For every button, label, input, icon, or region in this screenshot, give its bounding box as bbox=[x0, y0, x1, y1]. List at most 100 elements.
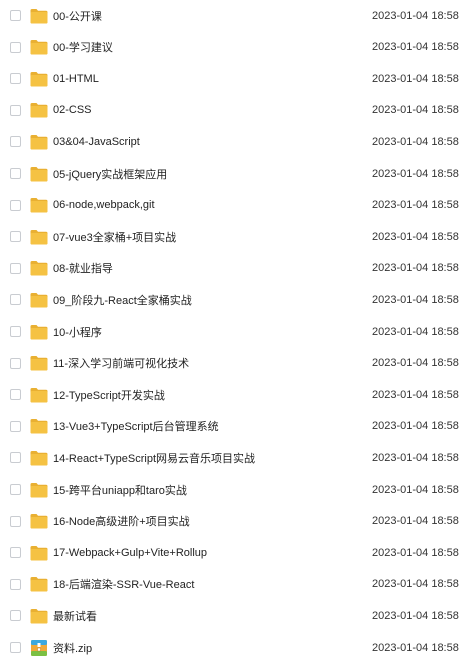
modified-date: 2023-01-04 18:58 bbox=[372, 546, 459, 559]
file-row[interactable]: 14-React+TypeScript网易云音乐项目实战 2023-01-04 1… bbox=[0, 442, 474, 473]
file-name[interactable]: 01-HTML bbox=[53, 73, 99, 85]
folder-icon bbox=[30, 40, 48, 55]
file-row[interactable]: 13-Vue3+TypeScript后台管理系统 2023-01-04 18:58 bbox=[0, 411, 474, 442]
file-row[interactable]: 08-就业指导 2023-01-04 18:58 bbox=[0, 253, 474, 284]
row-checkbox[interactable] bbox=[10, 168, 21, 179]
file-name[interactable]: 13-Vue3+TypeScript后台管理系统 bbox=[53, 418, 219, 434]
file-name[interactable]: 00-学习建议 bbox=[53, 39, 113, 55]
folder-icon bbox=[30, 514, 48, 529]
file-row[interactable]: 资料.zip 2023-01-04 18:58 bbox=[0, 632, 474, 663]
row-checkbox[interactable] bbox=[10, 199, 21, 211]
folder-icon bbox=[30, 608, 48, 624]
modified-date: 2023-01-04 18:58 bbox=[372, 104, 459, 117]
modified-date: 2023-01-04 18:58 bbox=[372, 578, 459, 591]
file-name[interactable]: 资料.zip bbox=[53, 640, 92, 656]
folder-icon bbox=[30, 71, 48, 87]
file-name[interactable]: 17-Webpack+Gulp+Vite+Rollup bbox=[53, 547, 207, 559]
file-name[interactable]: 05-jQuery实战框架应用 bbox=[53, 166, 167, 182]
file-name[interactable]: 07-vue3全家桶+项目实战 bbox=[53, 229, 176, 245]
row-checkbox[interactable] bbox=[10, 10, 21, 21]
file-name[interactable]: 08-就业指导 bbox=[53, 260, 113, 276]
modified-date: 2023-01-04 18:58 bbox=[372, 609, 459, 622]
modified-date: 2023-01-04 18:58 bbox=[372, 135, 459, 148]
row-checkbox[interactable] bbox=[10, 610, 21, 622]
folder-icon bbox=[30, 482, 48, 497]
folder-icon bbox=[30, 292, 48, 308]
row-checkbox[interactable] bbox=[10, 73, 21, 85]
folder-icon bbox=[30, 229, 48, 245]
file-row[interactable]: 03&04-JavaScript 2023-01-04 18:58 bbox=[0, 126, 474, 157]
folder-icon bbox=[30, 198, 48, 213]
row-checkbox[interactable] bbox=[10, 136, 21, 148]
file-name[interactable]: 00-公开课 bbox=[53, 8, 102, 24]
file-name[interactable]: 15-跨平台uniapp和taro实战 bbox=[53, 482, 187, 498]
folder-icon bbox=[30, 324, 48, 339]
modified-date: 2023-01-04 18:58 bbox=[372, 9, 459, 22]
file-row[interactable]: 12-TypeScript开发实战 2023-01-04 18:58 bbox=[0, 379, 474, 410]
row-checkbox[interactable] bbox=[10, 389, 21, 401]
modified-date: 2023-01-04 18:58 bbox=[372, 41, 459, 54]
file-row[interactable]: 15-跨平台uniapp和taro实战 2023-01-04 18:58 bbox=[0, 474, 474, 505]
file-name[interactable]: 最新试看 bbox=[53, 608, 97, 624]
file-row[interactable]: 01-HTML 2023-01-04 18:58 bbox=[0, 63, 474, 94]
row-checkbox[interactable] bbox=[10, 357, 21, 369]
file-row[interactable]: 10-小程序 2023-01-04 18:58 bbox=[0, 316, 474, 347]
file-row[interactable]: 00-公开课 2023-01-04 18:58 bbox=[0, 0, 474, 31]
file-name[interactable]: 11-深入学习前端可视化技术 bbox=[53, 355, 189, 371]
folder-icon bbox=[30, 103, 48, 118]
file-name[interactable]: 18-后端渲染-SSR-Vue-React bbox=[53, 576, 194, 592]
row-checkbox[interactable] bbox=[10, 547, 21, 559]
row-checkbox[interactable] bbox=[10, 420, 21, 432]
folder-icon bbox=[30, 545, 48, 561]
file-row[interactable]: 05-jQuery实战框架应用 2023-01-04 18:58 bbox=[0, 158, 474, 189]
file-row[interactable]: 11-深入学习前端可视化技术 2023-01-04 18:58 bbox=[0, 348, 474, 379]
row-checkbox[interactable] bbox=[10, 294, 21, 306]
file-name[interactable]: 09_阶段九-React全家桶实战 bbox=[53, 292, 192, 308]
file-list: 00-公开课 2023-01-04 18:58 00-学习建议 2023-01-04 … bbox=[0, 0, 474, 666]
folder-icon bbox=[30, 8, 48, 23]
modified-date: 2023-01-04 18:58 bbox=[372, 325, 459, 338]
modified-date: 2023-01-04 18:58 bbox=[372, 199, 459, 212]
folder-icon bbox=[30, 166, 48, 181]
file-row[interactable]: 17-Webpack+Gulp+Vite+Rollup 2023-01-04 18… bbox=[0, 537, 474, 568]
file-row[interactable]: 18-后端渲染-SSR-Vue-React 2023-01-04 18:58 bbox=[0, 569, 474, 600]
folder-icon bbox=[30, 419, 48, 434]
modified-date: 2023-01-04 18:58 bbox=[372, 641, 459, 654]
modified-date: 2023-01-04 18:58 bbox=[372, 515, 459, 528]
row-checkbox[interactable] bbox=[10, 326, 21, 337]
modified-date: 2023-01-04 18:58 bbox=[372, 483, 459, 496]
file-row[interactable]: 02-CSS 2023-01-04 18:58 bbox=[0, 95, 474, 126]
modified-date: 2023-01-04 18:58 bbox=[372, 357, 459, 370]
row-checkbox[interactable] bbox=[10, 578, 21, 590]
folder-icon bbox=[30, 450, 48, 466]
file-name[interactable]: 03&04-JavaScript bbox=[53, 136, 140, 148]
folder-icon bbox=[30, 387, 48, 403]
file-name[interactable]: 02-CSS bbox=[53, 104, 92, 116]
file-name[interactable]: 12-TypeScript开发实战 bbox=[53, 387, 165, 403]
row-checkbox[interactable] bbox=[10, 515, 21, 527]
modified-date: 2023-01-04 18:58 bbox=[372, 262, 459, 275]
file-row[interactable]: 16-Node高级进阶+项目实战 2023-01-04 18:58 bbox=[0, 506, 474, 537]
modified-date: 2023-01-04 18:58 bbox=[372, 388, 459, 401]
modified-date: 2023-01-04 18:58 bbox=[372, 451, 459, 464]
file-row[interactable]: 00-学习建议 2023-01-04 18:58 bbox=[0, 32, 474, 63]
row-checkbox[interactable] bbox=[10, 231, 21, 243]
file-row[interactable]: 09_阶段九-React全家桶实战 2023-01-04 18:58 bbox=[0, 284, 474, 315]
row-checkbox[interactable] bbox=[10, 484, 21, 495]
file-row[interactable]: 07-vue3全家桶+项目实战 2023-01-04 18:58 bbox=[0, 221, 474, 252]
file-row[interactable]: 最新试看 2023-01-04 18:58 bbox=[0, 600, 474, 631]
file-name[interactable]: 14-React+TypeScript网易云音乐项目实战 bbox=[53, 450, 255, 466]
modified-date: 2023-01-04 18:58 bbox=[372, 420, 459, 433]
row-checkbox[interactable] bbox=[10, 41, 21, 53]
file-name[interactable]: 06-node,webpack,git bbox=[53, 199, 155, 211]
row-checkbox[interactable] bbox=[10, 642, 21, 653]
row-checkbox[interactable] bbox=[10, 262, 21, 274]
modified-date: 2023-01-04 18:58 bbox=[372, 167, 459, 180]
modified-date: 2023-01-04 18:58 bbox=[372, 72, 459, 85]
file-name[interactable]: 10-小程序 bbox=[53, 324, 102, 340]
file-row[interactable]: 06-node,webpack,git 2023-01-04 18:58 bbox=[0, 190, 474, 221]
row-checkbox[interactable] bbox=[10, 104, 21, 116]
row-checkbox[interactable] bbox=[10, 452, 21, 464]
modified-date: 2023-01-04 18:58 bbox=[372, 293, 459, 306]
file-name[interactable]: 16-Node高级进阶+项目实战 bbox=[53, 513, 190, 529]
